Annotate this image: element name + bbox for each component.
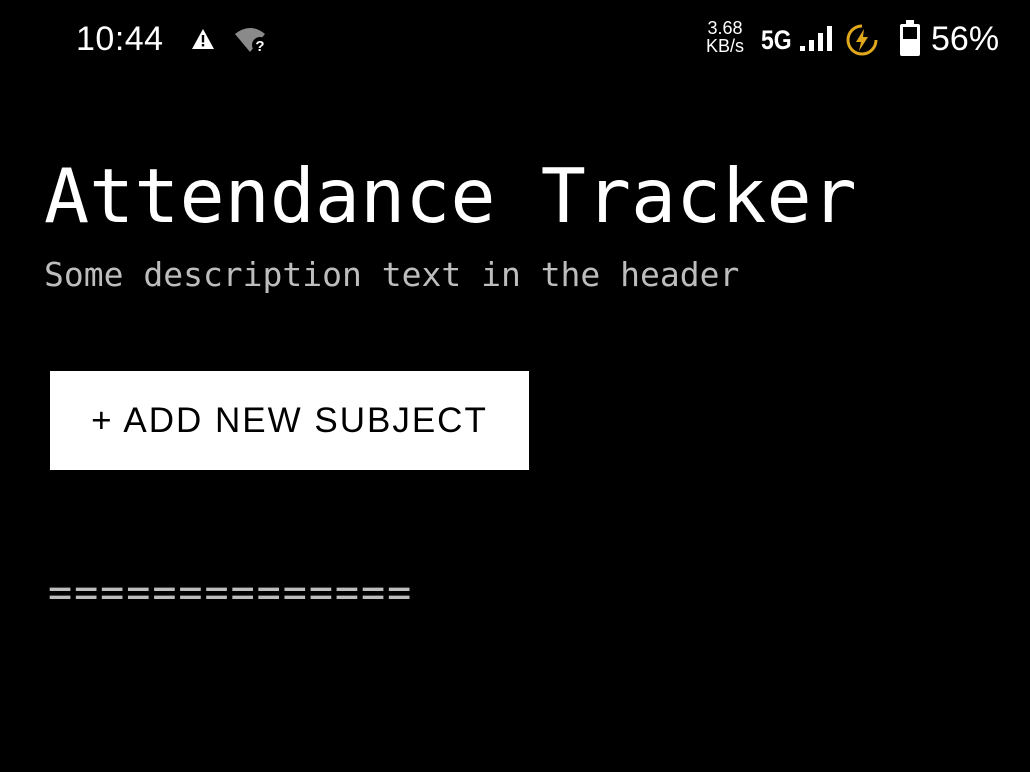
section-divider: ============== xyxy=(48,570,414,616)
status-clock: 10:44 xyxy=(76,20,164,58)
network-speed: 3.68 KB/s xyxy=(700,19,750,55)
battery-saver-icon xyxy=(845,23,879,57)
cell-signal-icon xyxy=(800,25,834,53)
wifi-unknown-icon: ? xyxy=(234,26,270,55)
status-bar: 10:44 ? 3.68 KB/s 5G 56% xyxy=(0,0,1030,80)
add-subject-button[interactable]: + ADD NEW SUBJECT xyxy=(50,371,529,470)
battery-percent: 56% xyxy=(931,20,1000,58)
network-speed-unit: KB/s xyxy=(705,36,744,56)
page-subtitle: Some description text in the header xyxy=(44,255,740,294)
network-type: 5G xyxy=(761,25,792,55)
svg-text:?: ? xyxy=(255,38,264,54)
battery-icon xyxy=(899,20,921,57)
page-title: Attendance Tracker xyxy=(44,152,857,240)
alert-icon xyxy=(191,28,215,50)
network-speed-value: 3.68 xyxy=(707,18,743,38)
